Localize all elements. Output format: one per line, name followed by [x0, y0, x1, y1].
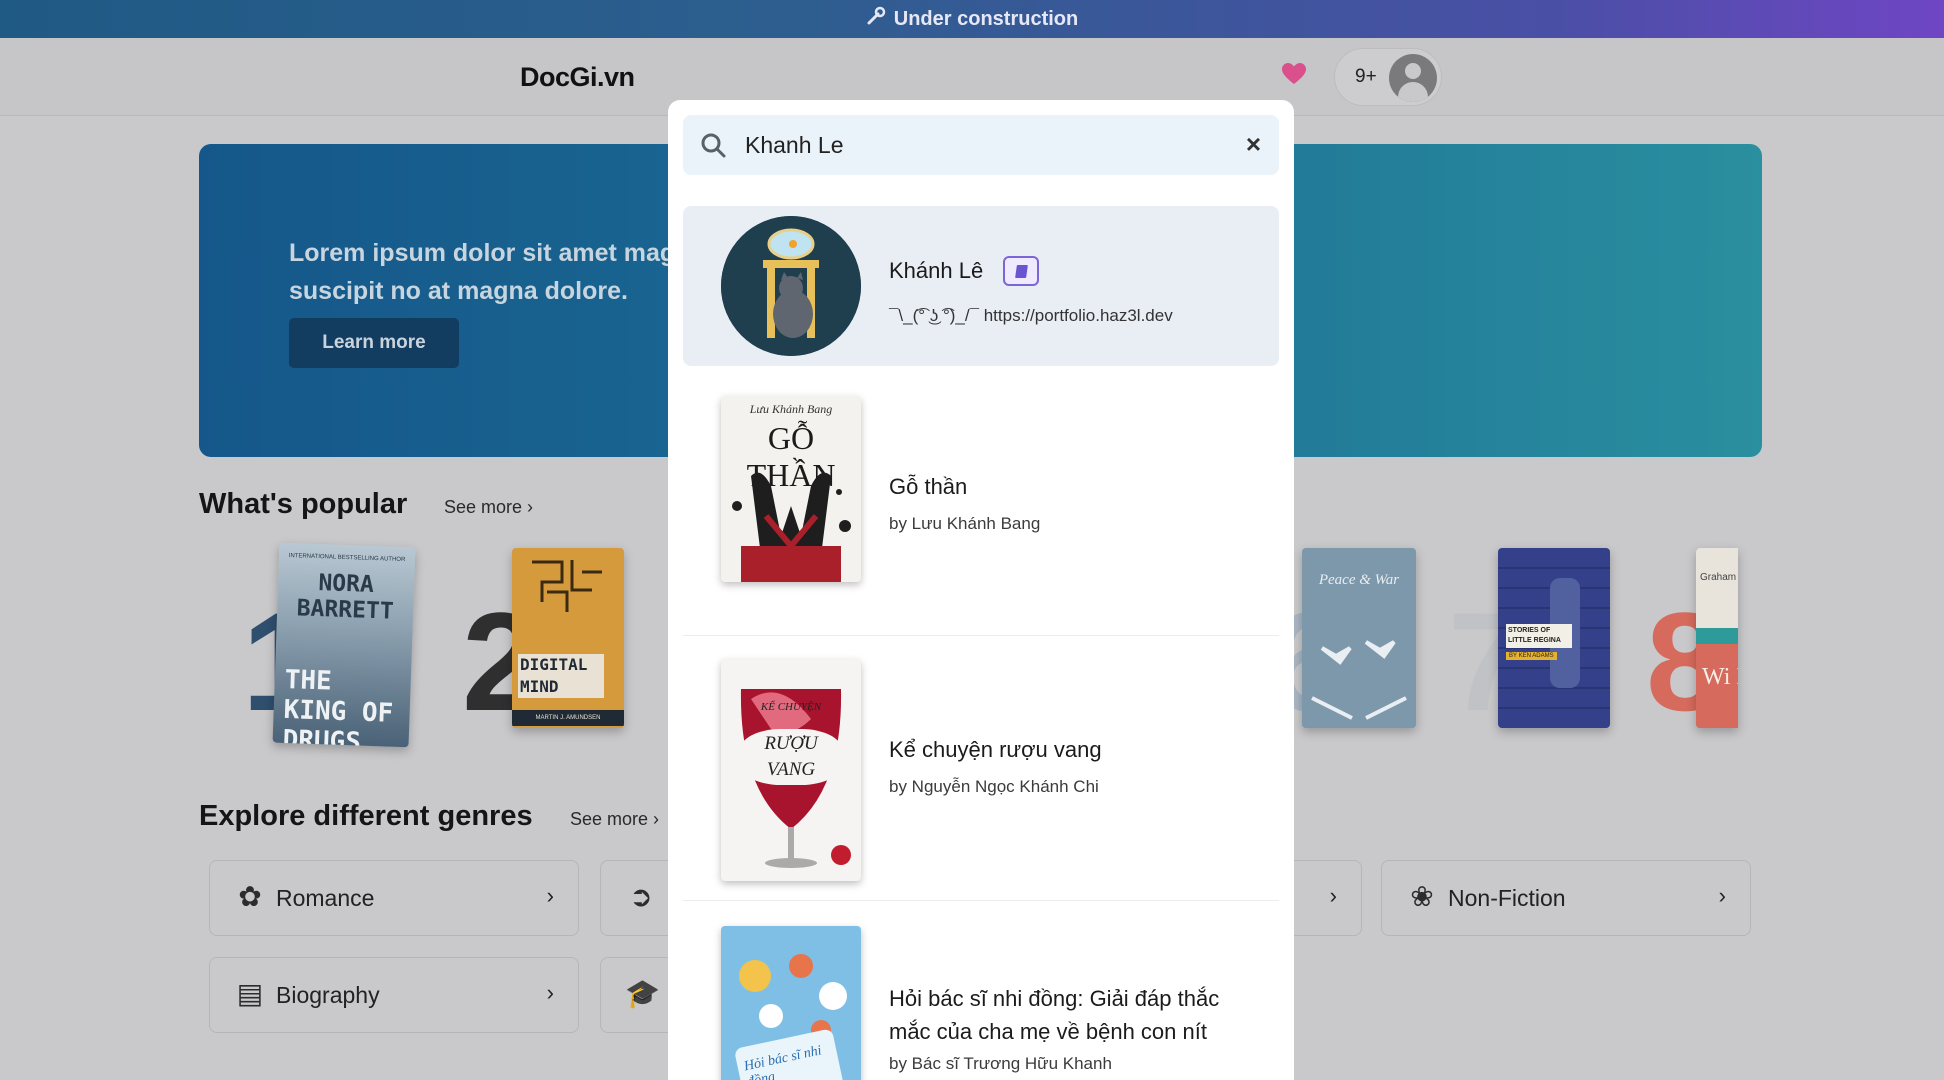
cover-author: NORA BARRETT [296, 570, 395, 625]
learn-more-button[interactable]: Learn more [289, 318, 459, 368]
genre-label: Non-Fiction [1448, 885, 1566, 911]
book-cover-hoi-bac-si-nhi-dong: Hỏi bác sĩ nhi đồng [721, 926, 861, 1080]
chevron-right-icon: › [1329, 883, 1337, 908]
cover-title: THE KING OF DRUGS [282, 664, 394, 748]
cover-author: Graham Dougla [1700, 572, 1738, 583]
cover-title: RƯỢU VANG [739, 729, 843, 785]
scroll-icon: ▤ [236, 978, 264, 1009]
genre-icon: ➲ [629, 881, 653, 912]
search-modal: × Khánh Lê ¯\_(͡° ͜ʖ ͡°)_/¯ https://port… [668, 100, 1294, 1080]
book-cover-peace-and-war[interactable]: Peace & War [1302, 548, 1416, 728]
brain-icon: ❀ [1410, 881, 1434, 912]
cover-tag: INTERNATIONAL BESTSELLING AUTHOR [288, 553, 406, 564]
book-result-title: Kể chuyện rượu vang [889, 737, 1102, 762]
book-badge-icon [1003, 256, 1039, 286]
search-input[interactable] [745, 127, 1215, 163]
book-cover-digital-mind[interactable]: DIGITAL MIND MARTIN J. AMUNDSEN [512, 548, 624, 728]
search-result-book[interactable]: KỂ CHUYỆN RƯỢU VANG Kể chuyện rượu vang … [683, 637, 1279, 901]
genre-card-non-fiction[interactable]: ❀ Non-Fiction › [1381, 860, 1751, 936]
book-cover-little-regina[interactable]: STORIES OF LITTLE REGINA BY KEN ADAMS [1498, 548, 1610, 728]
cover-kicker: KỂ CHUYỆN [760, 701, 822, 713]
graduation-cap-icon: 🎓 [625, 978, 660, 1009]
popular-see-more-link[interactable]: See more › [444, 497, 533, 518]
popular-section-title: What's popular [199, 488, 408, 520]
genre-card-romance[interactable]: ✿ Romance › [209, 860, 579, 936]
book-cover-go-than: Lưu Khánh Bang GỖ THẦN [721, 396, 861, 582]
wrench-icon [866, 6, 886, 32]
chevron-right-icon: › [546, 883, 554, 908]
search-icon [699, 131, 727, 159]
book-cover-wi-na[interactable]: Graham Dougla Wi Na [1696, 548, 1738, 728]
search-result-book[interactable]: Hỏi bác sĩ nhi đồng Hỏi bác sĩ nhi đồng:… [683, 902, 1279, 1080]
user-avatar-icon [1389, 54, 1437, 102]
site-logo[interactable]: DocGi.vn [520, 62, 635, 93]
user-result-bio: ¯\_(͡° ͜ʖ ͡°)_/¯ https://portfolio.haz3l… [889, 306, 1173, 325]
book-cover-ke-chuyen-ruou-vang: KỂ CHUYỆN RƯỢU VANG [721, 659, 861, 881]
genre-card-biography[interactable]: ▤ Biography › [209, 957, 579, 1033]
user-result-name: Khánh Lê [889, 258, 984, 283]
heart-icon[interactable] [1280, 62, 1308, 90]
chevron-right-icon: › [546, 980, 554, 1005]
banner-text: Under construction [893, 7, 1079, 30]
search-result-book[interactable]: Lưu Khánh Bang GỖ THẦN Gỗ thần by Lưu Kh… [683, 374, 1279, 636]
cover-title: STORIES OF LITTLE REGINA [1506, 624, 1572, 648]
under-construction-banner: Under construction [0, 0, 1944, 38]
genre-label: Biography [276, 982, 380, 1008]
notification-count: 9+ [1355, 66, 1377, 87]
cover-author: MARTIN J. AMUNDSEN [512, 710, 624, 726]
search-result-user[interactable]: Khánh Lê ¯\_(͡° ͜ʖ ͡°)_/¯ https://portfo… [683, 206, 1279, 366]
book-result-author: by Bác sĩ Trương Hữu Khanh [889, 1054, 1112, 1073]
user-result-avatar [721, 216, 861, 356]
cover-author: BY KEN ADAMS [1506, 652, 1557, 660]
chevron-right-icon: › [1718, 883, 1726, 908]
rose-icon: ✿ [238, 881, 262, 912]
user-menu-button[interactable]: 9+ [1334, 48, 1442, 106]
cover-title: Peace & War [1318, 572, 1400, 588]
genres-section-title: Explore different genres [199, 800, 533, 832]
book-cover-king-of-drugs[interactable]: INTERNATIONAL BESTSELLING AUTHOR NORA BA… [272, 542, 416, 748]
book-result-title: Gỗ thần [889, 474, 968, 499]
cover-title: DIGITAL MIND [518, 654, 604, 698]
book-result-author: by Lưu Khánh Bang [889, 514, 1041, 533]
cover-title: Wi Na [1702, 664, 1738, 690]
book-result-author: by Nguyễn Ngọc Khánh Chi [889, 777, 1099, 796]
genres-see-more-link[interactable]: See more › [570, 809, 659, 830]
book-result-title: Hỏi bác sĩ nhi đồng: Giải đáp thắc mắc c… [889, 986, 1220, 1044]
clear-search-icon[interactable]: × [1246, 129, 1261, 159]
search-bar: × [683, 115, 1279, 175]
genre-label: Romance [276, 885, 375, 911]
